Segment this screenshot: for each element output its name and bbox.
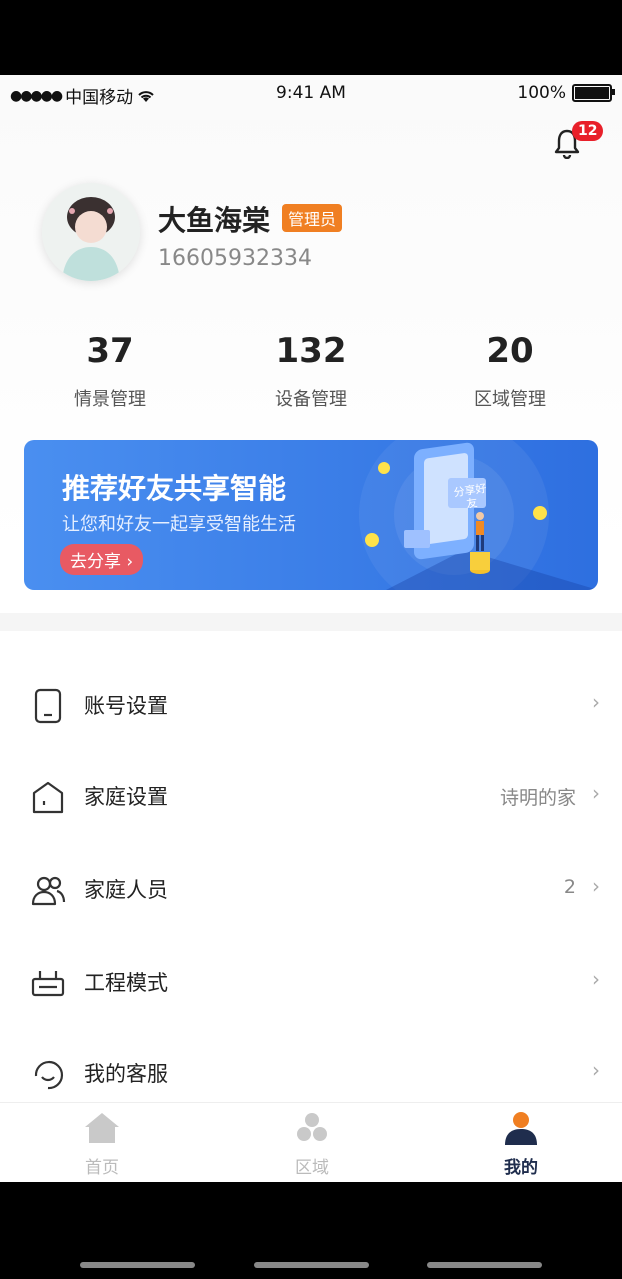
support-icon bbox=[34, 1060, 64, 1090]
menu-label: 工程模式 bbox=[84, 971, 168, 995]
status-right: 100% bbox=[517, 83, 615, 103]
menu-item-account-settings[interactable]: 账号设置 › bbox=[0, 670, 622, 740]
battery-percent: 100% bbox=[517, 83, 566, 103]
menu-value: 2 bbox=[563, 876, 576, 898]
menu-value: 诗明的家 bbox=[499, 787, 576, 809]
share-button-label: 去分享 bbox=[70, 552, 121, 572]
menu-label: 家庭人员 bbox=[84, 878, 168, 902]
stat-areas[interactable]: 20 区域管理 bbox=[430, 331, 590, 411]
stat-label: 区域管理 bbox=[474, 389, 546, 410]
stat-devices[interactable]: 132 设备管理 bbox=[231, 331, 391, 411]
menu-label: 我的客服 bbox=[84, 1062, 168, 1086]
tab-home[interactable]: 首页 bbox=[32, 1111, 172, 1178]
tab-bar: 首页 区域 我的 bbox=[0, 1102, 622, 1182]
chevron-right-icon: › bbox=[126, 552, 134, 572]
chevron-right-icon: › bbox=[592, 781, 600, 805]
tab-label: 首页 bbox=[85, 1158, 119, 1178]
stat-scenes[interactable]: 37 情景管理 bbox=[30, 331, 190, 411]
avatar[interactable] bbox=[42, 183, 140, 281]
screen: ●●●●● 中国移动 9:41 AM 100% 12 大鱼海棠 管理员 1660… bbox=[0, 75, 622, 1182]
profile-phone: 16605932334 bbox=[158, 246, 312, 271]
notification-badge: 12 bbox=[572, 121, 604, 141]
chevron-right-icon: › bbox=[592, 967, 600, 991]
chevron-right-icon: › bbox=[592, 874, 600, 898]
user-icon bbox=[505, 1112, 537, 1145]
banner-title: 推荐好友共享智能 bbox=[62, 472, 287, 505]
tab-label: 我的 bbox=[504, 1158, 538, 1178]
share-button[interactable]: 去分享 › bbox=[60, 544, 144, 575]
system-bar-segment bbox=[427, 1262, 542, 1268]
status-bar: ●●●●● 中国移动 9:41 AM 100% bbox=[0, 75, 622, 111]
tab-label: 区域 bbox=[295, 1158, 329, 1178]
battery-icon bbox=[572, 84, 615, 102]
home-outline-icon bbox=[32, 781, 64, 814]
tab-mine[interactable]: 我的 bbox=[451, 1111, 591, 1178]
tab-area[interactable]: 区域 bbox=[242, 1111, 382, 1178]
stat-label: 设备管理 bbox=[275, 389, 347, 410]
share-banner[interactable]: 分享好友 推荐好友共享智能 让您和好友一起享受智能生活 去分享 › bbox=[24, 440, 598, 590]
stat-label: 情景管理 bbox=[74, 389, 146, 410]
profile-name: 大鱼海棠 bbox=[158, 204, 271, 237]
people-icon bbox=[31, 876, 66, 906]
area-icon bbox=[297, 1113, 327, 1141]
banner-subtitle: 让您和好友一起享受智能生活 bbox=[62, 514, 296, 535]
system-bar-segment bbox=[80, 1262, 195, 1268]
avatar-image bbox=[42, 183, 140, 281]
menu-item-home-settings[interactable]: 家庭设置 诗明的家 › bbox=[0, 761, 622, 831]
banner-art-text: 分享好友 bbox=[452, 481, 488, 511]
menu-item-family-members[interactable]: 家庭人员 2 › bbox=[0, 854, 622, 924]
stat-value: 37 bbox=[86, 331, 134, 371]
phone-icon bbox=[34, 688, 62, 724]
chevron-right-icon: › bbox=[592, 1058, 600, 1082]
menu-label: 账号设置 bbox=[84, 694, 168, 718]
chevron-right-icon: › bbox=[592, 690, 600, 714]
router-icon bbox=[31, 971, 65, 997]
menu-label: 家庭设置 bbox=[84, 785, 168, 809]
role-badge: 管理员 bbox=[282, 204, 343, 232]
stat-value: 132 bbox=[275, 331, 347, 371]
menu-item-engineering-mode[interactable]: 工程模式 › bbox=[0, 947, 622, 1017]
system-bar-segment bbox=[254, 1262, 369, 1268]
section-divider bbox=[0, 613, 622, 631]
home-icon bbox=[85, 1113, 119, 1143]
menu-item-customer-service[interactable]: 我的客服 › bbox=[0, 1038, 622, 1108]
stat-value: 20 bbox=[486, 331, 534, 371]
